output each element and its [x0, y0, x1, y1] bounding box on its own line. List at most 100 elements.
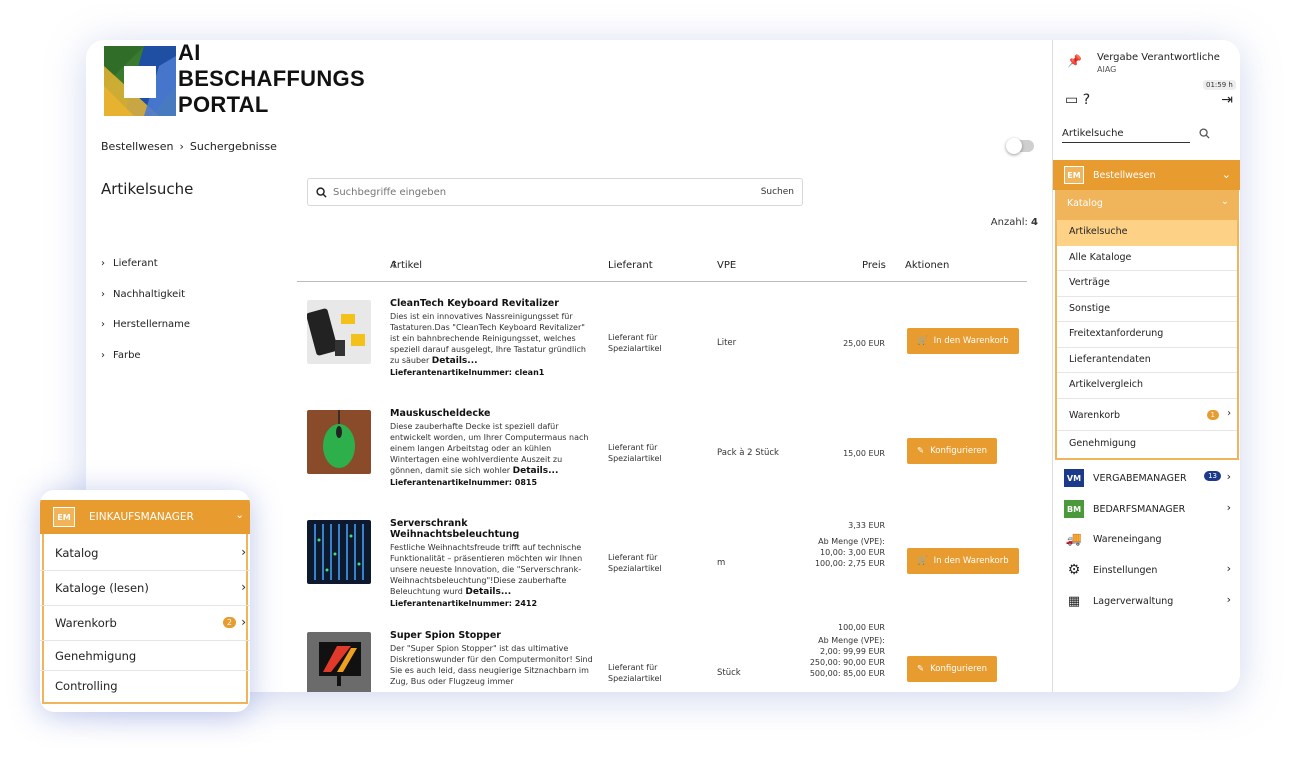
sidebar-item-einstellungen[interactable]: ⚙ Einstellungen ›	[1053, 555, 1240, 585]
filter-nachhaltigkeit[interactable]: › Nachhaltigkeit	[101, 289, 190, 320]
popup-item-katalog[interactable]: Katalog ›	[40, 536, 250, 571]
article-info: Super Spion Stopper Der "Super Spion Sto…	[390, 630, 595, 687]
bm-badge-icon: BM	[1064, 500, 1084, 518]
organization: AIAG	[1097, 65, 1117, 74]
brand-line-2: BESCHAFFUNGS	[178, 66, 365, 91]
popup-item-warenkorb[interactable]: Warenkorb 2 ›	[40, 606, 250, 641]
supplier: Lieferant für Spezialartikel	[608, 443, 662, 463]
sidebar-item-label: Warenkorb	[1069, 410, 1121, 421]
app-window: AI BESCHAFFUNGS PORTAL Bestellwesen › Su…	[86, 40, 1240, 692]
details-link[interactable]: Details...	[432, 356, 478, 366]
sidebar-item-bestellwesen[interactable]: EM Bestellwesen ⌄	[1053, 160, 1240, 190]
product-image[interactable]	[307, 520, 371, 584]
chevron-down-icon: ⌄	[235, 509, 244, 521]
search-button[interactable]: Suchen	[761, 187, 794, 197]
price-line: 15,00 EUR	[843, 449, 885, 458]
sidebar-item-artikelsuche[interactable]: Artikelsuche	[1057, 220, 1237, 246]
article-info: Mauskuscheldecke Diese zauberhafte Decke…	[390, 408, 595, 488]
configure-button[interactable]: ✎ Konfigurieren	[907, 656, 998, 682]
add-to-cart-button[interactable]: 🛒 In den Warenkorb	[907, 328, 1019, 354]
sidebar-item-artikelvergleich[interactable]: Artikelvergleich	[1057, 373, 1237, 399]
product-image[interactable]	[307, 632, 371, 692]
price-line: 2,00: 99,99 EUR	[820, 647, 885, 656]
add-to-cart-button[interactable]: 🛒 In den Warenkorb	[907, 548, 1019, 574]
sidebar-item-lieferantendaten[interactable]: Lieferantendaten	[1057, 348, 1237, 373]
chevron-right-icon: ›	[1226, 593, 1231, 606]
arrow-up-icon: ↑	[390, 260, 399, 271]
chevron-right-icon: ›	[101, 288, 105, 300]
packaging-unit: Liter	[717, 338, 737, 348]
sidebar-item-vertraege[interactable]: Verträge	[1057, 271, 1237, 297]
filter-lieferant[interactable]: › Lieferant	[101, 258, 190, 289]
cart-count-badge: 2	[222, 617, 236, 628]
table-row: Super Spion Stopper Der "Super Spion Sto…	[297, 620, 1027, 692]
details-link[interactable]: Details...	[465, 587, 511, 597]
chevron-right-icon: ›	[1226, 501, 1231, 514]
article-number: Lieferantenartikelnummer: clean1	[390, 368, 545, 377]
configure-button[interactable]: ✎ Konfigurieren	[907, 438, 998, 464]
pin-icon[interactable]: 📌	[1067, 54, 1082, 68]
header-aktionen: Aktionen	[905, 260, 950, 271]
chat-icon[interactable]: ▭	[1065, 92, 1078, 108]
filter-label: Herstellername	[113, 319, 191, 330]
price-line: 100,00 EUR	[837, 623, 885, 632]
cart-icon: 🛒	[917, 556, 928, 566]
filter-label: Nachhaltigkeit	[113, 288, 186, 300]
article-title[interactable]: Super Spion Stopper	[390, 630, 595, 641]
sidebar-item-warenkorb[interactable]: Warenkorb 1 ›	[1057, 402, 1237, 431]
article-info: CleanTech Keyboard Revitalizer Dies ist …	[390, 298, 595, 378]
vm-count-badge: 13	[1204, 471, 1221, 481]
sidebar-item-vergabemanager[interactable]: VM VERGABEMANAGER 13 ›	[1053, 463, 1240, 493]
popup-header[interactable]: EM EINKAUFSMANAGER ⌄	[40, 500, 250, 534]
filter-farbe[interactable]: › Farbe	[101, 350, 190, 381]
sidebar-item-genehmigung[interactable]: Genehmigung	[1057, 431, 1237, 458]
sidebar-item-label: Einstellungen	[1093, 564, 1158, 576]
table-row: CleanTech Keyboard Revitalizer Dies ist …	[297, 288, 1027, 398]
chevron-right-icon: ›	[241, 580, 246, 594]
price: 25,00 EUR	[777, 338, 885, 349]
chevron-right-icon: ›	[179, 140, 184, 153]
sidebar-item-bedarfsmanager[interactable]: BM BEDARFSMANAGER ›	[1053, 494, 1240, 524]
sidebar-item-alle-kataloge[interactable]: Alle Kataloge	[1057, 246, 1237, 271]
price: 15,00 EUR	[777, 448, 885, 459]
sidebar-item-lagerverwaltung[interactable]: ▦ Lagerverwaltung ›	[1053, 586, 1240, 616]
article-title[interactable]: Mauskuscheldecke	[390, 408, 595, 419]
sidebar-item-sonstige[interactable]: Sonstige	[1057, 297, 1237, 322]
truck-icon: 🚚	[1065, 531, 1083, 547]
sidebar-search-input[interactable]: Artikelsuche	[1062, 128, 1190, 143]
price-line: 10,00: 3,00 EUR	[820, 548, 885, 557]
filter-herstellername[interactable]: › Herstellername	[101, 319, 190, 350]
packaging-unit: Pack à 2 Stück	[717, 448, 779, 458]
sidebar-item-freitextanforderung[interactable]: Freitextanforderung	[1057, 322, 1237, 348]
article-number: Lieferantenartikelnummer: 0815	[390, 478, 538, 487]
search-icon[interactable]	[1199, 128, 1210, 139]
einkaufsmanager-popup: EM EINKAUFSMANAGER ⌄ Katalog › Kataloge (…	[40, 490, 250, 712]
table-header: Artikel ↑ Lieferant VPE Preis Aktionen	[297, 260, 1027, 282]
popup-item-genehmigung[interactable]: Genehmigung	[40, 641, 250, 671]
view-toggle[interactable]	[1006, 138, 1034, 154]
product-image[interactable]	[307, 300, 371, 364]
logout-icon[interactable]: ⇥	[1221, 92, 1233, 108]
article-title[interactable]: CleanTech Keyboard Revitalizer	[390, 298, 595, 309]
help-icon[interactable]: ?	[1083, 92, 1090, 108]
sidebar-item-katalog[interactable]: Katalog ⌄	[1057, 190, 1237, 220]
sidebar-item-wareneingang[interactable]: 🚚 Wareneingang	[1053, 524, 1240, 554]
popup-item-kataloge-lesen[interactable]: Kataloge (lesen) ›	[40, 571, 250, 606]
result-count: Anzahl: 4	[966, 217, 1038, 228]
article-title[interactable]: Serverschrank Weihnachtsbeleuchtung	[390, 518, 595, 540]
gear-icon: ⚙	[1067, 562, 1081, 578]
header-lieferant[interactable]: Lieferant	[608, 260, 653, 271]
header-vpe[interactable]: VPE	[717, 260, 736, 271]
page-title: Artikelsuche	[101, 180, 194, 198]
header-preis[interactable]: Preis	[862, 260, 886, 271]
breadcrumb-bestellwesen[interactable]: Bestellwesen	[101, 140, 173, 153]
price-line: Ab Menge (VPE):	[818, 636, 885, 645]
popup-item-label: Katalog	[55, 546, 99, 560]
sidebar-item-label: Lagerverwaltung	[1093, 595, 1174, 607]
product-image[interactable]	[307, 410, 371, 474]
chevron-right-icon: ›	[101, 258, 105, 269]
search-input[interactable]	[333, 186, 761, 198]
popup-item-controlling[interactable]: Controlling	[40, 671, 250, 701]
chevron-right-icon: ›	[1227, 408, 1231, 419]
details-link[interactable]: Details...	[513, 466, 559, 476]
